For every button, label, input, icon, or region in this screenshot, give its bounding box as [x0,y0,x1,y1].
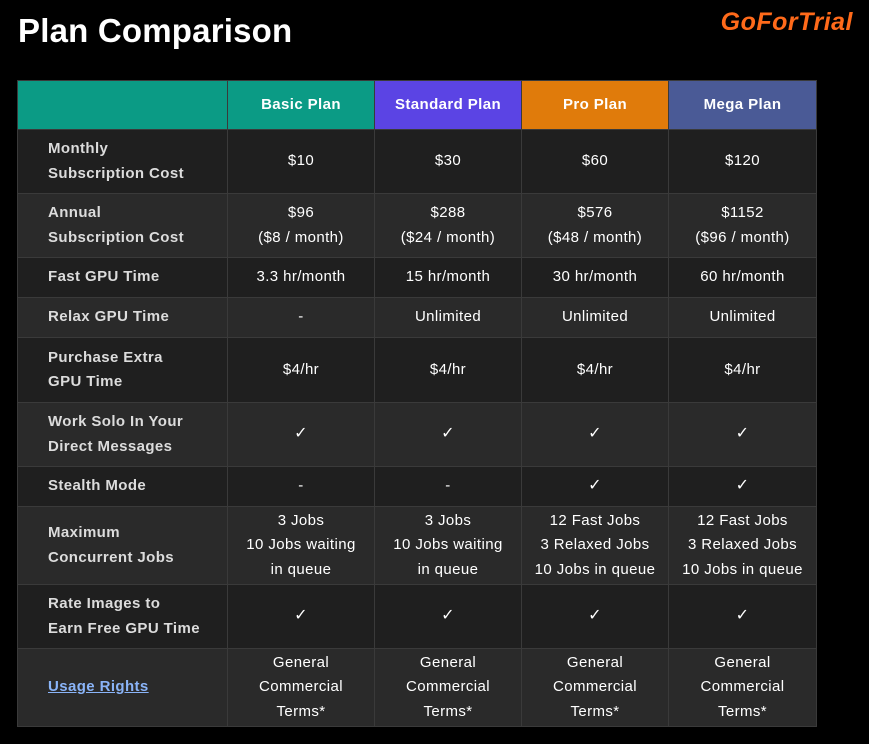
cell-basic-monthly-cost: $10 [227,129,375,194]
cell-pro-stealth-mode: ✓ [521,466,669,507]
header-standard-plan: Standard Plan [374,80,522,130]
row-label-work-solo: Work Solo In Your Direct Messages [17,402,228,467]
check-icon: ✓ [735,607,750,625]
cell-basic-annual-cost: $96 ($8 / month) [227,193,375,258]
cell-basic-usage-rights: General Commercial Terms* [227,648,375,727]
row-label-fast-gpu-time: Fast GPU Time [17,257,228,298]
row-label-extra-gpu-time: Purchase Extra GPU Time [17,337,228,403]
row-label-usage-rights: Usage Rights [17,648,228,727]
table-row: Purchase Extra GPU Time $4/hr $4/hr $4/hr… [17,337,817,403]
check-icon: ✓ [294,607,308,625]
row-label-monthly-cost: Monthly Subscription Cost [17,129,228,194]
cell-pro-fast-gpu-time: 30 hr/month [521,257,669,298]
cell-standard-monthly-cost: $30 [374,129,522,194]
cell-mega-stealth-mode: ✓ [668,466,817,507]
page-title: Plan Comparison [18,12,293,49]
table-row: Relax GPU Time - Unlimited Unlimited Unl… [17,297,817,338]
usage-rights-link[interactable]: Usage Rights [48,678,149,695]
cell-standard-stealth-mode: - [374,466,522,507]
cell-mega-extra-gpu-time: $4/hr [668,337,817,403]
cell-standard-usage-rights: General Commercial Terms* [374,648,522,727]
cell-pro-annual-cost: $576 ($48 / month) [521,193,669,258]
cell-standard-concurrent-jobs: 3 Jobs 10 Jobs waiting in queue [374,506,522,585]
cell-mega-work-solo: ✓ [668,402,817,467]
row-label-concurrent-jobs: Maximum Concurrent Jobs [17,506,228,585]
row-label-stealth-mode: Stealth Mode [17,466,228,507]
check-icon: ✓ [735,425,750,443]
check-icon: ✓ [588,607,602,625]
table-header-row: Basic Plan Standard Plan Pro Plan Mega P… [17,80,817,130]
cell-pro-usage-rights: General Commercial Terms* [521,648,669,727]
plan-comparison-table: Basic Plan Standard Plan Pro Plan Mega P… [17,80,817,727]
cell-pro-extra-gpu-time: $4/hr [521,337,669,403]
table-row: Annual Subscription Cost $96 ($8 / month) … [17,193,817,258]
cell-mega-concurrent-jobs: 12 Fast Jobs 3 Relaxed Jobs 10 Jobs in que… [668,506,817,585]
cell-basic-work-solo: ✓ [227,402,375,467]
table-row: Monthly Subscription Cost $10 $30 $60 $12… [17,129,817,194]
header-pro-plan: Pro Plan [521,80,669,130]
row-label-rate-images: Rate Images to Earn Free GPU Time [17,584,228,649]
cell-basic-concurrent-jobs: 3 Jobs 10 Jobs waiting in queue [227,506,375,585]
cell-pro-relax-gpu-time: Unlimited [521,297,669,338]
cell-pro-monthly-cost: $60 [521,129,669,194]
cell-pro-rate-images: ✓ [521,584,669,649]
cell-standard-annual-cost: $288 ($24 / month) [374,193,522,258]
cell-basic-rate-images: ✓ [227,584,375,649]
check-icon: ✓ [588,477,602,495]
cell-pro-concurrent-jobs: 12 Fast Jobs 3 Relaxed Jobs 10 Jobs in que… [521,506,669,585]
table-row: Fast GPU Time 3.3 hr/month 15 hr/month 3… [17,257,817,298]
table-row: Work Solo In Your Direct Messages ✓ ✓ ✓ ✓ [17,402,817,467]
check-icon: ✓ [294,425,308,443]
check-icon: ✓ [441,607,455,625]
cell-basic-fast-gpu-time: 3.3 hr/month [227,257,375,298]
cell-standard-work-solo: ✓ [374,402,522,467]
table-row: Rate Images to Earn Free GPU Time ✓ ✓ ✓ ✓ [17,584,817,649]
check-icon: ✓ [588,425,602,443]
cell-mega-monthly-cost: $120 [668,129,817,194]
cell-standard-extra-gpu-time: $4/hr [374,337,522,403]
cell-standard-relax-gpu-time: Unlimited [374,297,522,338]
cell-basic-extra-gpu-time: $4/hr [227,337,375,403]
brand-logo: GoForTrial [720,8,853,36]
row-label-annual-cost: Annual Subscription Cost [17,193,228,258]
table-row: Maximum Concurrent Jobs 3 Jobs 10 Jobs wai… [17,506,817,585]
cell-standard-fast-gpu-time: 15 hr/month [374,257,522,298]
cell-mega-relax-gpu-time: Unlimited [668,297,817,338]
cell-mega-fast-gpu-time: 60 hr/month [668,257,817,298]
cell-pro-work-solo: ✓ [521,402,669,467]
cell-basic-relax-gpu-time: - [227,297,375,338]
check-icon: ✓ [441,425,455,443]
table-row: Stealth Mode - - ✓ ✓ [17,466,817,507]
header-feature [17,80,228,130]
row-label-relax-gpu-time: Relax GPU Time [17,297,228,338]
cell-mega-annual-cost: $1152 ($96 / month) [668,193,817,258]
cell-mega-usage-rights: General Commercial Terms* [668,648,817,727]
check-icon: ✓ [735,477,750,495]
table-row: Usage Rights General Commercial Terms* Gen… [17,648,817,727]
cell-standard-rate-images: ✓ [374,584,522,649]
header-basic-plan: Basic Plan [227,80,375,130]
cell-mega-rate-images: ✓ [668,584,817,649]
cell-basic-stealth-mode: - [227,466,375,507]
header-mega-plan: Mega Plan [668,80,817,130]
